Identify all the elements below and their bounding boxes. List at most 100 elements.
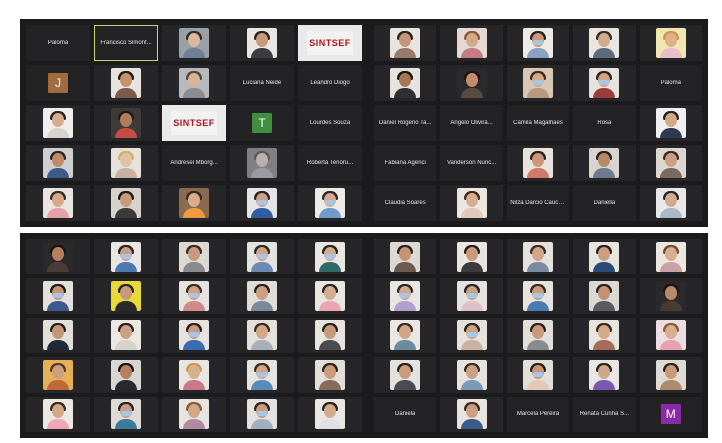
participant-tile[interactable]: Lourdes Souza [298,105,362,141]
participant-tile[interactable] [230,317,294,354]
participant-tile[interactable]: SINTSEF [298,25,362,61]
participant-tile[interactable] [573,239,636,275]
participant-tile[interactable] [506,317,570,354]
participant-tile[interactable] [440,185,503,221]
participant-tile[interactable] [639,317,702,354]
participant-tile[interactable] [298,357,362,393]
participant-tile[interactable] [440,317,503,354]
participant-tile[interactable] [374,278,437,314]
participant-tile[interactable] [506,145,570,181]
participant-tile[interactable] [440,25,503,61]
participant-tile[interactable] [506,278,570,314]
participant-tile[interactable]: T [230,105,294,141]
participant-tile[interactable] [573,278,636,314]
participant-tile[interactable]: M [639,396,702,432]
participant-tile[interactable] [639,357,702,393]
participant-tile[interactable]: Daniella [573,185,636,221]
participant-tile[interactable] [374,25,437,61]
participant-tile[interactable]: Roberta Tenoru... [298,145,362,181]
participant-tile[interactable] [230,185,294,221]
participant-tile[interactable]: Paloma [26,25,90,61]
participant-tile[interactable] [298,239,362,275]
participant-tile[interactable] [26,357,90,393]
participant-tile[interactable] [230,25,294,61]
participant-tile[interactable]: Renata Cunha S... [573,396,636,432]
participant-tile[interactable] [162,357,226,393]
participant-tile[interactable]: Rosa [573,105,636,141]
participant-tile[interactable]: Camila Magalhaes [506,105,570,141]
participant-tile[interactable] [639,278,702,314]
participant-tile[interactable] [94,239,158,275]
participant-tile[interactable] [506,357,570,393]
participant-tile[interactable] [26,185,90,221]
participant-tile[interactable] [162,65,226,101]
participant-tile[interactable] [639,145,702,181]
participant-tile[interactable] [162,278,226,314]
participant-tile[interactable] [94,185,158,221]
participant-tile[interactable] [506,239,570,275]
participant-tile[interactable]: Daniel Rogerio Ta... [374,105,437,141]
participant-tile[interactable] [230,278,294,314]
participant-tile[interactable] [506,25,570,61]
participant-tile[interactable] [26,239,90,275]
participant-tile[interactable] [506,65,570,101]
participant-tile[interactable] [440,278,503,314]
participant-tile[interactable] [162,239,226,275]
participant-tile[interactable]: SINTSEF [162,105,226,141]
participant-tile[interactable] [162,185,226,221]
participant-tile[interactable] [26,317,90,354]
participant-tile[interactable]: Nilza Darcio Cauculo de Sarguenta [506,185,570,221]
participant-tile[interactable]: Andresel Mborg... [162,145,226,181]
participant-tile[interactable] [162,317,226,354]
participant-tile[interactable] [94,145,158,181]
participant-tile[interactable] [639,185,702,221]
participant-tile[interactable] [639,25,702,61]
participant-tile[interactable] [94,317,158,354]
participant-tile[interactable]: Fabiana Agenci [374,145,437,181]
participant-tile[interactable] [94,65,158,101]
participant-tile[interactable] [26,396,90,432]
participant-tile[interactable] [639,105,702,141]
participant-tile[interactable] [230,357,294,393]
participant-tile[interactable] [573,145,636,181]
participant-tile[interactable]: Vanderson Nunc... [440,145,503,181]
participant-tile[interactable] [440,239,503,275]
participant-tile[interactable]: Leandro Diogo [298,65,362,101]
participant-tile[interactable] [26,145,90,181]
participant-tile[interactable]: Paloma [639,65,702,101]
participant-tile[interactable] [573,65,636,101]
participant-tile[interactable] [26,278,90,314]
participant-tile[interactable] [230,396,294,432]
participant-tile[interactable] [94,105,158,141]
participant-tile[interactable]: Francisco Simonf... [94,25,158,61]
participant-tile[interactable] [94,357,158,393]
participant-tile[interactable] [639,239,702,275]
participant-tile[interactable] [298,396,362,432]
participant-tile[interactable] [573,25,636,61]
participant-tile[interactable] [440,65,503,101]
participant-tile[interactable] [94,278,158,314]
participant-tile[interactable] [298,317,362,354]
participant-tile[interactable] [94,396,158,432]
participant-tile[interactable] [162,396,226,432]
participant-tile[interactable]: Luciana Neide [230,65,294,101]
participant-tile[interactable] [230,145,294,181]
participant-tile[interactable] [298,185,362,221]
participant-tile[interactable] [573,357,636,393]
participant-tile[interactable]: Angelo Olivira... [440,105,503,141]
participant-tile[interactable] [374,357,437,393]
participant-tile[interactable] [298,278,362,314]
participant-tile[interactable] [440,396,503,432]
participant-tile[interactable] [162,25,226,61]
participant-tile[interactable] [374,65,437,101]
participant-tile[interactable]: J [26,65,90,101]
participant-tile[interactable] [374,239,437,275]
participant-tile[interactable] [573,317,636,354]
participant-tile[interactable]: Claudia Soares [374,185,437,221]
participant-tile[interactable]: Marcela Pereira [506,396,570,432]
participant-tile[interactable] [440,357,503,393]
participant-tile[interactable] [230,239,294,275]
participant-tile[interactable]: Daniela [374,396,437,432]
participant-tile[interactable] [26,105,90,141]
participant-tile[interactable] [374,317,437,354]
